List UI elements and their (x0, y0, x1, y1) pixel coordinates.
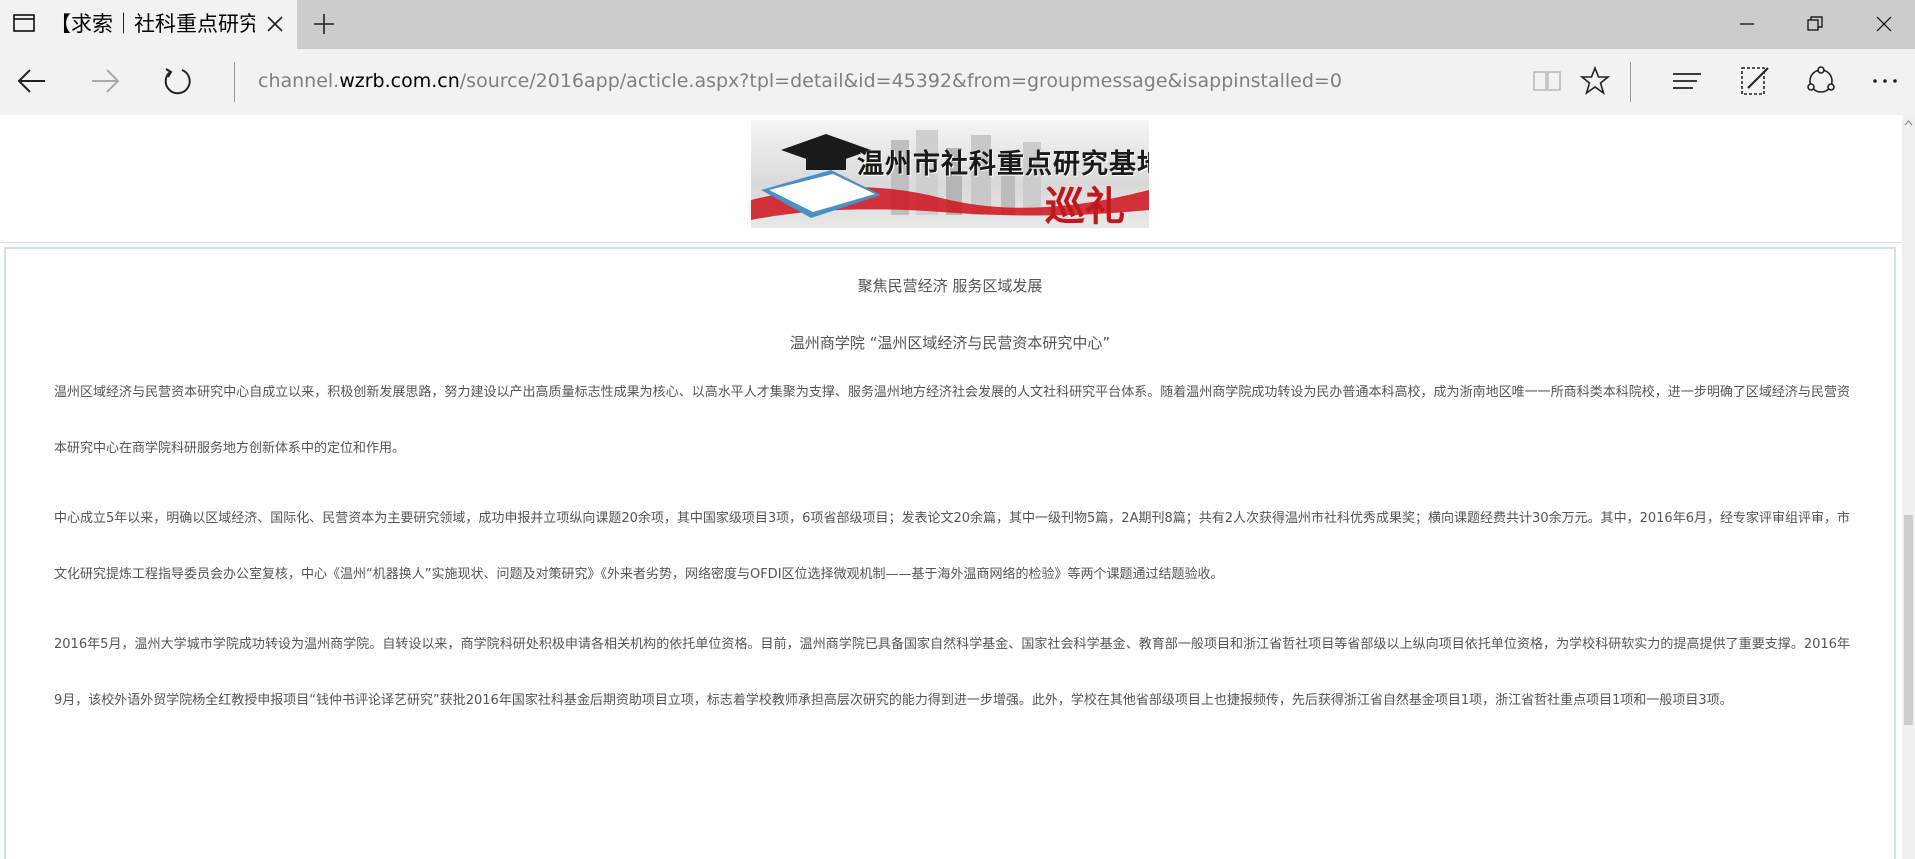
divider (0, 242, 1902, 243)
article-subheading: 温州商学院 “温州区域经济与民营资本研究中心” (789, 334, 1111, 352)
refresh-icon[interactable] (160, 64, 194, 98)
minimize-icon[interactable] (1735, 12, 1759, 36)
separator (234, 62, 235, 102)
url-path: /source/2016app/acticle.aspx?tpl=detail&… (459, 70, 1342, 92)
navigation-bar: channel.wzrb.com.cn/source/2016app/actic… (0, 49, 1915, 115)
hub-icon[interactable] (1670, 64, 1704, 98)
banner-subtitle: 巡礼 (1045, 183, 1125, 228)
vertical-scrollbar[interactable] (1902, 115, 1915, 859)
url-domain: wzrb.com.cn (339, 70, 460, 92)
star-icon[interactable] (1578, 64, 1612, 98)
page-content: 温州市社科重点研究基地 巡礼 聚焦民营经济 服务区域发展 温州商学院 “温州区域… (0, 115, 1902, 859)
back-arrow-icon[interactable] (15, 64, 49, 98)
article-paragraph: 2016年5月，温州大学城市学院成功转设为温州商学院。自转设以来，商学院科研处积… (54, 637, 1850, 708)
url-prefix: channel. (258, 70, 340, 92)
address-field[interactable]: channel.wzrb.com.cn/source/2016app/actic… (258, 67, 1342, 95)
tab-bar: 【求索｜社科重点研究基地巡礼】 (0, 0, 1915, 49)
more-icon[interactable] (1868, 64, 1902, 98)
tab-title: 【求索｜社科重点研究基地巡礼】 (50, 12, 255, 36)
banner-image: 温州市社科重点研究基地 巡礼 (751, 120, 1149, 228)
active-tab[interactable]: 【求索｜社科重点研究基地巡礼】 (0, 0, 297, 49)
window-close-icon[interactable] (1872, 12, 1896, 36)
scrollbar-thumb[interactable] (1904, 515, 1913, 725)
forward-arrow-icon[interactable] (88, 64, 122, 98)
separator (1630, 62, 1631, 102)
scroll-up-icon[interactable] (1902, 117, 1915, 129)
article-paragraph: 温州区域经济与民营资本研究中心自成立以来，积极创新发展思路，努力建设以产出高质量… (54, 385, 1850, 456)
close-icon[interactable] (263, 12, 287, 36)
article-paragraph: 中心成立5年以来，明确以区域经济、国际化、民营资本为主要研究领域，成功申报并立项… (54, 511, 1850, 582)
reading-view-icon[interactable] (1530, 64, 1564, 98)
web-note-icon[interactable] (1738, 64, 1772, 98)
restore-icon[interactable] (1803, 12, 1827, 36)
plus-icon[interactable] (311, 11, 337, 37)
share-icon[interactable] (1804, 64, 1838, 98)
page-icon (13, 14, 35, 32)
article-heading: 聚焦民营经济 服务区域发展 (857, 277, 1043, 295)
article-body: 聚焦民营经济 服务区域发展 温州商学院 “温州区域经济与民营资本研究中心” 温州… (4, 247, 1896, 859)
